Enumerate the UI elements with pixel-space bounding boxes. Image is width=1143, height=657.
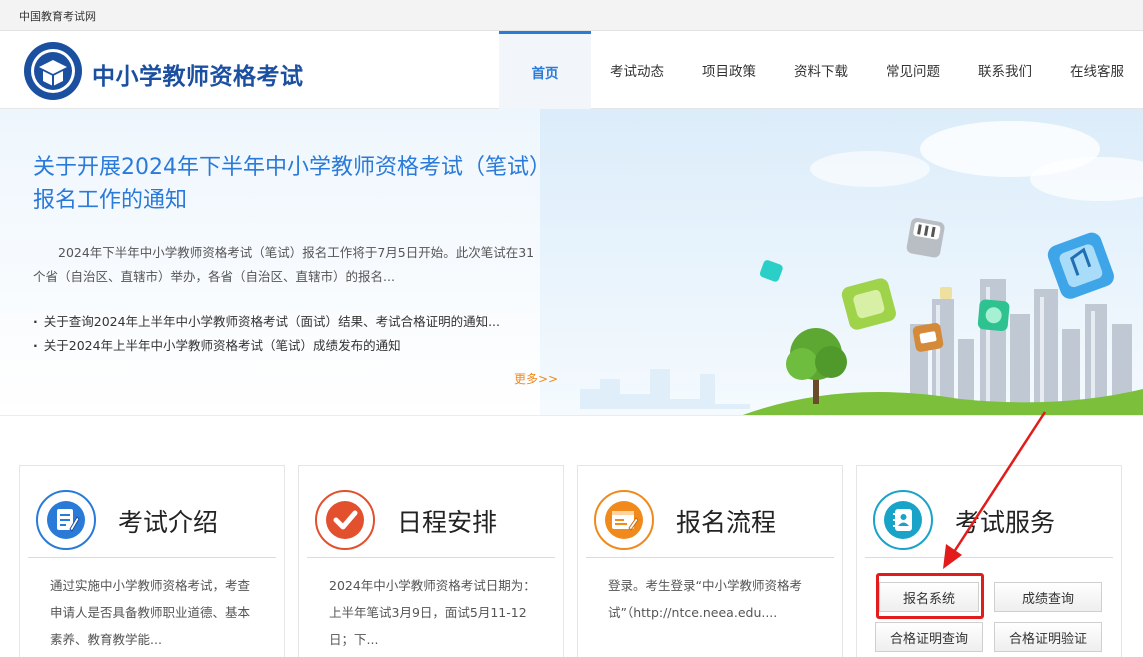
card-title[interactable]: 报名流程 bbox=[676, 503, 776, 539]
news-item[interactable]: 关于2024年上半年中小学教师资格考试（笔试）成绩发布的通知 bbox=[33, 334, 553, 358]
card-body[interactable]: 通过实施中小学教师资格考试，考查申请人是否具备教师职业道德、基本素养、教育教学能… bbox=[50, 572, 260, 653]
nav-online-service[interactable]: 在线客服 bbox=[1051, 31, 1143, 109]
card-header: 考试服务 bbox=[865, 476, 1113, 558]
nav-downloads[interactable]: 资料下载 bbox=[775, 31, 867, 109]
main-nav: 首页 考试动态 项目政策 资料下载 常见问题 联系我们 在线客服 bbox=[499, 31, 1143, 109]
card-body[interactable]: 登录。考生登录“中小学教师资格考试”（http://ntce.neea.edu.… bbox=[608, 572, 818, 626]
checkmark-icon[interactable] bbox=[315, 490, 375, 550]
news-banner: 关于开展2024年下半年中小学教师资格考试（笔试）报名工作的通知 2024年下半… bbox=[0, 109, 1143, 416]
site-logo-icon[interactable] bbox=[23, 41, 83, 101]
card-body[interactable]: 2024年中小学教师资格考试日期为：上半年笔试3月9日，面试5月11-12日；下… bbox=[329, 572, 539, 653]
news-item[interactable]: 关于查询2024年上半年中小学教师资格考试（面试）结果、考试合格证明的通知... bbox=[33, 310, 553, 334]
neea-home-link[interactable]: 中国教育考试网 bbox=[19, 8, 96, 24]
card-title[interactable]: 考试服务 bbox=[955, 503, 1055, 539]
certificate-query-button[interactable]: 合格证明查询 bbox=[875, 622, 983, 652]
site-header: 中小学教师资格考试 首页 考试动态 项目政策 资料下载 常见问题 联系我们 在线… bbox=[0, 31, 1143, 109]
annotation-highlight-box bbox=[876, 573, 984, 619]
card-header: 日程安排 bbox=[307, 476, 555, 558]
headline-summary[interactable]: 2024年下半年中小学教师资格考试（笔试）报名工作将于7月5日开始。此次笔试在3… bbox=[33, 241, 541, 289]
headline-link[interactable]: 关于开展2024年下半年中小学教师资格考试（笔试）报名工作的通知 bbox=[33, 151, 543, 217]
card-title[interactable]: 考试介绍 bbox=[118, 503, 218, 539]
score-query-button[interactable]: 成绩查询 bbox=[994, 582, 1102, 612]
city-illustration-icon bbox=[540, 109, 1143, 415]
nav-exam-news[interactable]: 考试动态 bbox=[591, 31, 683, 109]
card-schedule: 日程安排 2024年中小学教师资格考试日期为：上半年笔试3月9日，面试5月11-… bbox=[298, 465, 564, 657]
top-utility-bar: 中国教育考试网 bbox=[0, 0, 1143, 31]
certificate-verify-button[interactable]: 合格证明验证 bbox=[994, 622, 1102, 652]
nav-contact[interactable]: 联系我们 bbox=[959, 31, 1051, 109]
nav-policy[interactable]: 项目政策 bbox=[683, 31, 775, 109]
card-header: 报名流程 bbox=[586, 476, 834, 558]
card-registration-process: 报名流程 登录。考生登录“中小学教师资格考试”（http://ntce.neea… bbox=[577, 465, 843, 657]
form-edit-icon[interactable] bbox=[594, 490, 654, 550]
card-header: 考试介绍 bbox=[28, 476, 276, 558]
contacts-book-icon[interactable] bbox=[873, 490, 933, 550]
more-news-link[interactable]: 更多>> bbox=[514, 370, 558, 387]
news-list: 关于查询2024年上半年中小学教师资格考试（面试）结果、考试合格证明的通知...… bbox=[33, 310, 553, 358]
card-title[interactable]: 日程安排 bbox=[397, 503, 497, 539]
document-pen-icon[interactable] bbox=[36, 490, 96, 550]
site-title[interactable]: 中小学教师资格考试 bbox=[92, 57, 304, 91]
nav-faq[interactable]: 常见问题 bbox=[867, 31, 959, 109]
card-exam-intro: 考试介绍 通过实施中小学教师资格考试，考查申请人是否具备教师职业道德、基本素养、… bbox=[19, 465, 285, 657]
nav-home[interactable]: 首页 bbox=[499, 31, 591, 109]
